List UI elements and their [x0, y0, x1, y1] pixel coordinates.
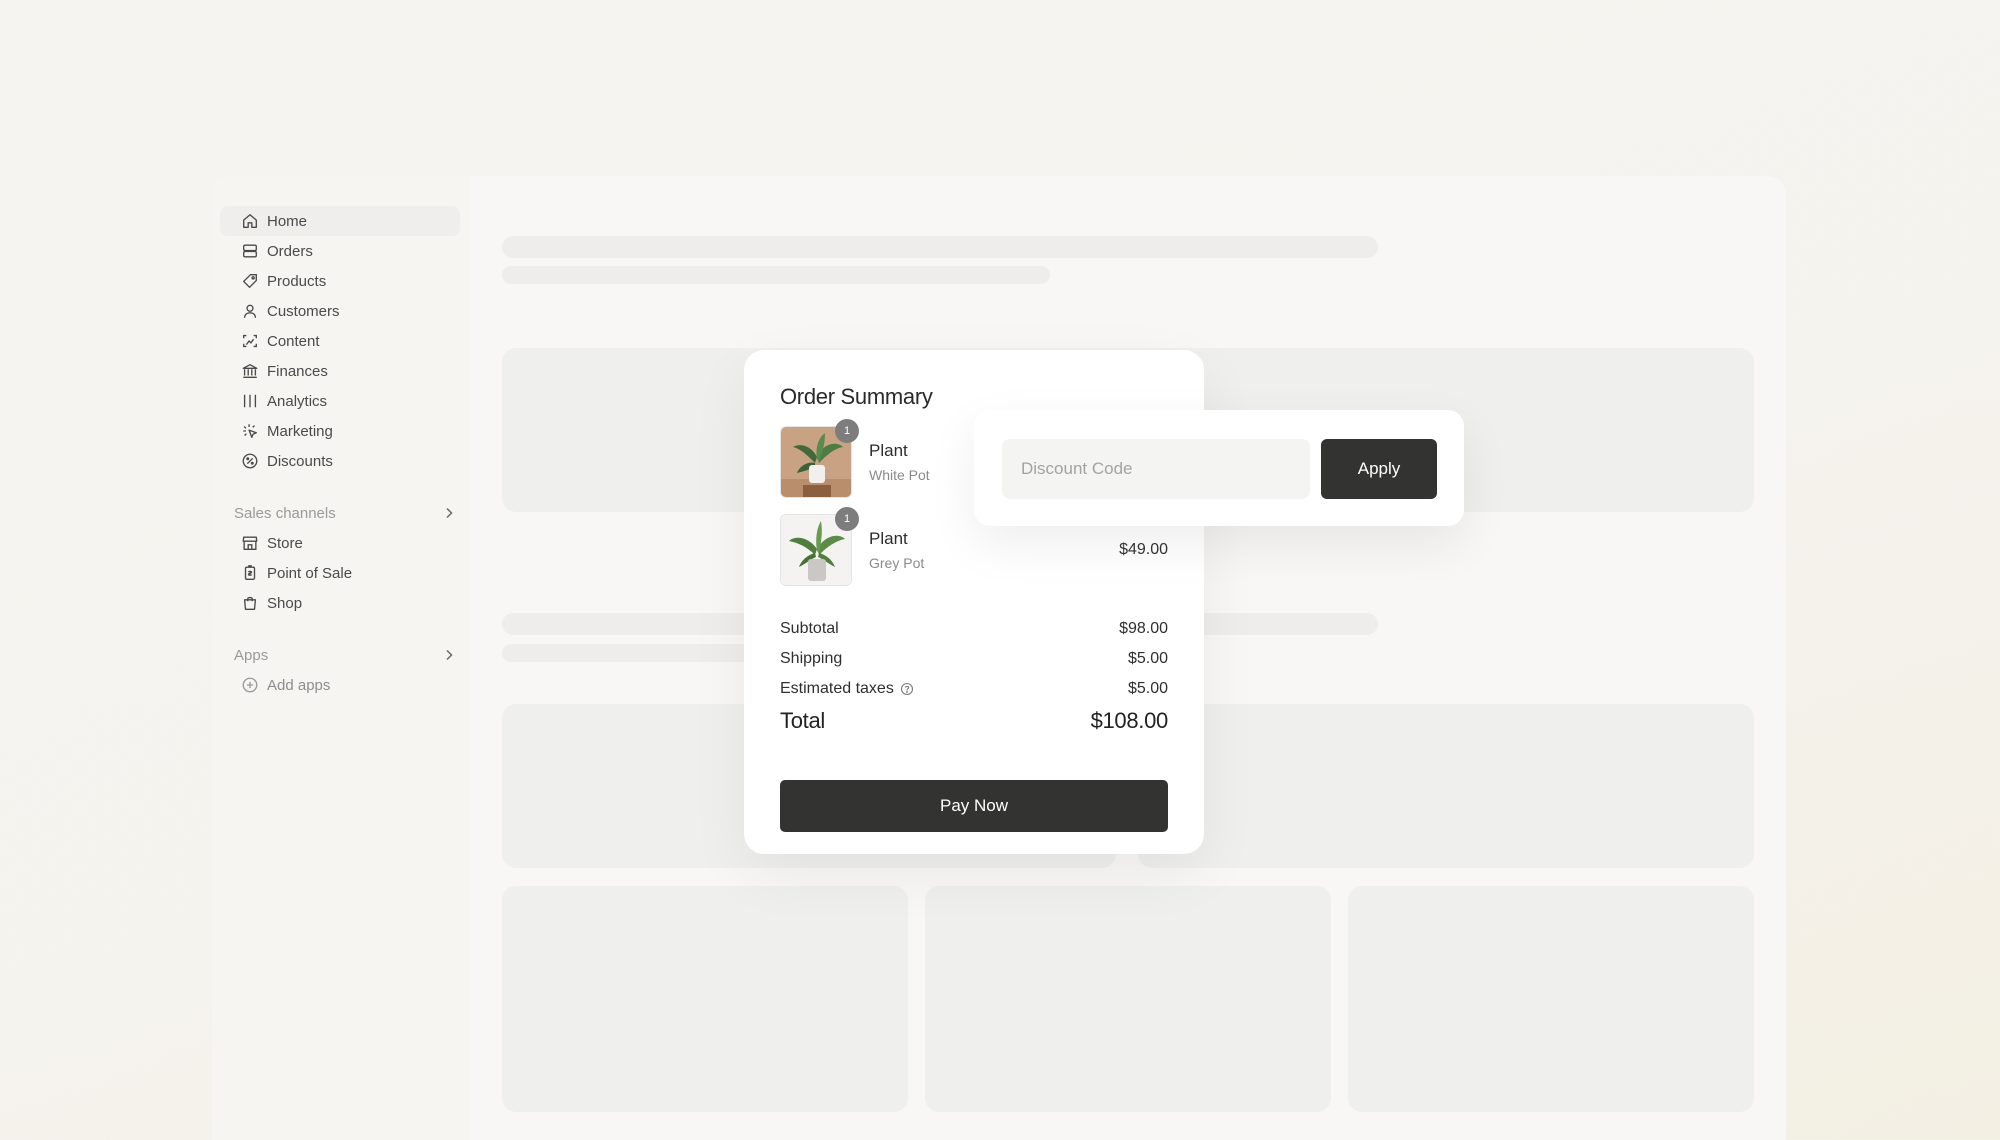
item-price: $49.00: [1119, 541, 1168, 558]
shipping-value: $5.00: [1127, 650, 1168, 667]
apps-header[interactable]: Apps: [234, 640, 456, 670]
person-icon: [240, 301, 260, 321]
sidebar-item-label: Content: [267, 332, 320, 350]
quantity-badge: 1: [835, 507, 859, 531]
sidebar-item-discounts[interactable]: Discounts: [220, 446, 460, 476]
sidebar-item-label: Home: [267, 212, 308, 230]
shipping-label: Shipping: [780, 650, 843, 667]
sidebar: Home Orders Products Customers Content F…: [212, 176, 470, 1140]
sales-channels-header[interactable]: Sales channels: [234, 498, 456, 528]
tag-icon: [240, 271, 260, 291]
add-apps-button[interactable]: Add apps: [220, 670, 460, 700]
marketing-icon: [240, 421, 260, 441]
discount-code-input[interactable]: [1002, 439, 1310, 499]
skeleton-tile: [925, 886, 1331, 1112]
item-name: Plant: [869, 441, 908, 460]
sidebar-item-products[interactable]: Products: [220, 266, 460, 296]
sidebar-item-content[interactable]: Content: [220, 326, 460, 356]
analytics-icon: [240, 391, 260, 411]
chevron-right-icon: [446, 507, 453, 519]
subtotal-row: Subtotal $98.00: [780, 614, 1168, 644]
shopping-bag-icon: [240, 593, 260, 613]
sidebar-item-label: Store: [267, 534, 303, 552]
item-name: Plant: [869, 529, 908, 548]
item-variant: White Pot: [869, 467, 930, 483]
product-thumbnail: 1: [780, 419, 859, 498]
sidebar-item-customers[interactable]: Customers: [220, 296, 460, 326]
sidebar-item-label: Orders: [267, 242, 313, 260]
discount-icon: [240, 451, 260, 471]
subtotal-label: Subtotal: [780, 620, 839, 637]
apply-button[interactable]: Apply: [1321, 439, 1437, 499]
sidebar-item-marketing[interactable]: Marketing: [220, 416, 460, 446]
section-title: Sales channels: [234, 504, 336, 522]
skeleton-tile: [1348, 886, 1754, 1112]
help-circle-icon[interactable]: [900, 682, 914, 696]
sidebar-item-label: Marketing: [267, 422, 333, 440]
taxes-label: Estimated taxes: [780, 680, 894, 697]
sidebar-item-label: Analytics: [267, 392, 328, 410]
section-title: Apps: [234, 646, 269, 664]
sidebar-item-label: Customers: [267, 302, 340, 320]
sidebar-item-home[interactable]: Home: [220, 206, 460, 236]
order-summary-title: Order Summary: [780, 384, 933, 409]
total-row: Total $108.00: [780, 704, 1168, 738]
sidebar-item-label: Finances: [267, 362, 328, 380]
taxes-row: Estimated taxes $5.00: [780, 674, 1168, 704]
item-variant: Grey Pot: [869, 555, 925, 571]
discount-panel: Apply: [974, 410, 1464, 526]
plus-circle-icon: [240, 675, 260, 695]
orders-icon: [240, 241, 260, 261]
sidebar-item-label: Point of Sale: [267, 564, 353, 582]
sidebar-item-label: Shop: [267, 594, 303, 612]
sidebar-item-point-of-sale[interactable]: Point of Sale: [220, 558, 460, 588]
subtotal-value: $98.00: [1119, 620, 1168, 637]
quantity-badge: 1: [835, 419, 859, 443]
shipping-row: Shipping $5.00: [780, 644, 1168, 674]
sidebar-item-store[interactable]: Store: [220, 528, 460, 558]
pos-icon: [240, 563, 260, 583]
chevron-right-icon: [446, 649, 453, 661]
bank-icon: [240, 361, 260, 381]
sidebar-item-label: Add apps: [267, 676, 331, 694]
total-label: Total: [780, 708, 825, 733]
sidebar-item-label: Discounts: [267, 452, 333, 470]
product-thumbnail: 1: [780, 507, 859, 586]
store-icon: [240, 533, 260, 553]
skeleton-subtitle-bar: [502, 266, 1050, 284]
taxes-value: $5.00: [1127, 680, 1168, 697]
skeleton-card: [1138, 704, 1754, 868]
sidebar-item-shop[interactable]: Shop: [220, 588, 460, 618]
content-icon: [240, 331, 260, 351]
total-value: $108.00: [1090, 708, 1169, 733]
pay-now-button[interactable]: Pay Now: [780, 780, 1168, 832]
sidebar-item-finances[interactable]: Finances: [220, 356, 460, 386]
sidebar-item-label: Products: [267, 272, 327, 290]
totals: Subtotal $98.00 Shipping $5.00 Estimated…: [780, 614, 1168, 738]
home-icon: [240, 211, 260, 231]
sidebar-item-analytics[interactable]: Analytics: [220, 386, 460, 416]
sidebar-item-orders[interactable]: Orders: [220, 236, 460, 266]
skeleton-tile: [502, 886, 908, 1112]
skeleton-title-bar: [502, 236, 1378, 258]
